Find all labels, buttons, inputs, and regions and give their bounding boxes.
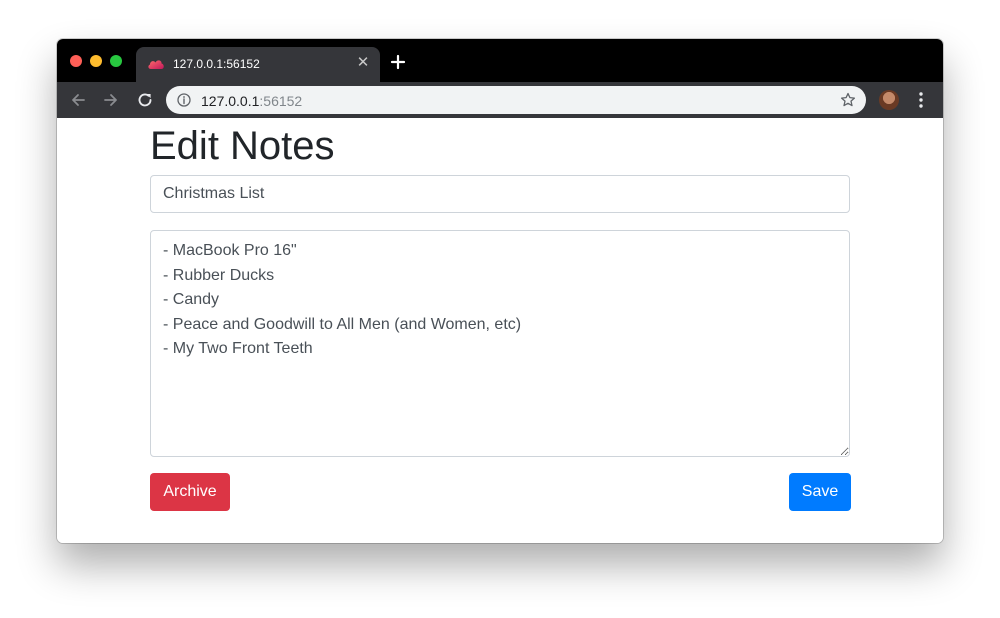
note-body-textarea[interactable]: - MacBook Pro 16" - Rubber Ducks - Candy… [150, 230, 850, 457]
url-port: :56152 [259, 93, 303, 109]
note-title-input[interactable] [150, 175, 850, 213]
save-button[interactable]: Save [789, 473, 851, 511]
cloud-icon [148, 60, 164, 69]
archive-button[interactable]: Archive [150, 473, 230, 511]
page-title: Edit Notes [150, 124, 335, 168]
close-icon[interactable]: ✕ [356, 55, 370, 70]
arrow-right-icon[interactable] [102, 91, 120, 109]
kebab-menu-icon[interactable] [914, 91, 928, 109]
browser-toolbar: 127.0.0.1:56152 [57, 82, 943, 118]
window-maximize-button[interactable] [110, 55, 122, 67]
window-close-button[interactable] [70, 55, 82, 67]
browser-window: 127.0.0.1:56152 ✕ 127.0.0.1:56152 Edit N… [57, 39, 943, 543]
url-text[interactable]: 127.0.0.1:56152 [201, 93, 302, 109]
page-content: Edit Notes - MacBook Pro 16" - Rubber Du… [57, 118, 943, 543]
star-icon[interactable] [840, 92, 856, 108]
arrow-left-icon[interactable] [69, 91, 87, 109]
info-icon[interactable] [177, 93, 191, 107]
profile-avatar[interactable] [879, 90, 899, 110]
plus-icon[interactable] [390, 54, 406, 70]
tab-title: 127.0.0.1:56152 [173, 57, 260, 71]
reload-icon[interactable] [136, 91, 154, 109]
browser-tab[interactable]: 127.0.0.1:56152 ✕ [136, 47, 380, 82]
tab-strip: 127.0.0.1:56152 ✕ [57, 39, 943, 82]
address-bar[interactable]: 127.0.0.1:56152 [166, 86, 866, 114]
window-minimize-button[interactable] [90, 55, 102, 67]
url-host: 127.0.0.1 [201, 93, 260, 109]
